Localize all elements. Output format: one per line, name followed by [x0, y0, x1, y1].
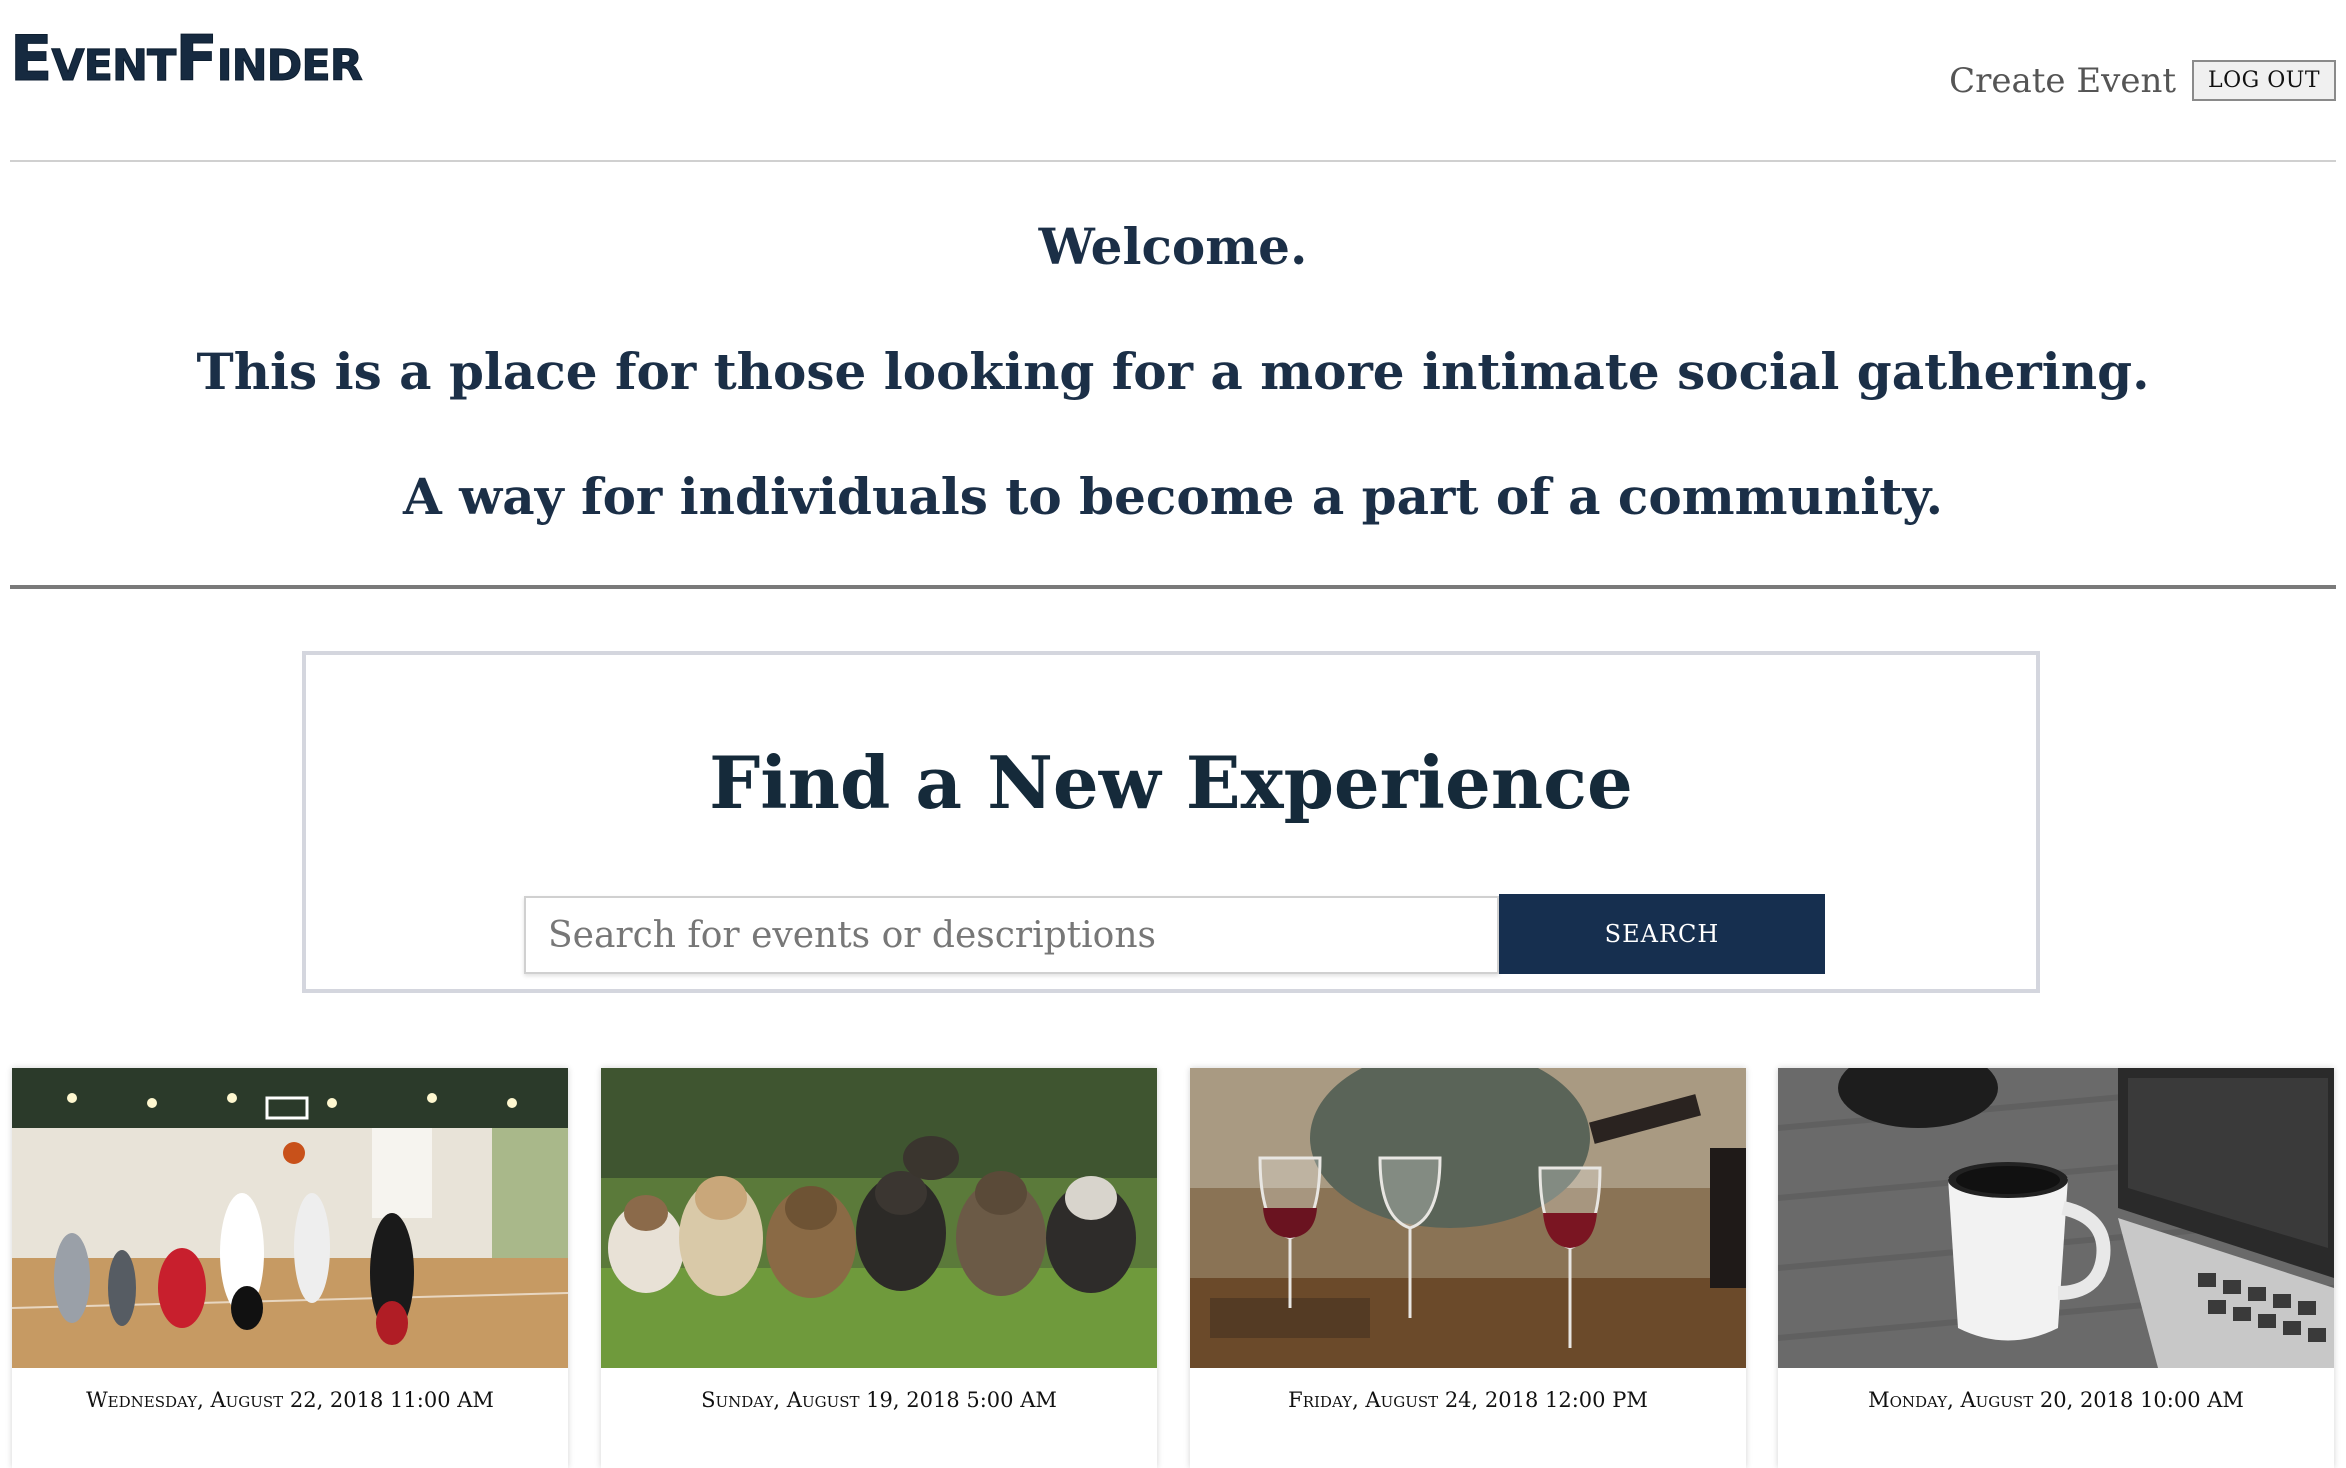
event-card[interactable]: Sunday, August 19, 2018 5:00 AM [601, 1068, 1157, 1468]
event-date: Sunday, August 19, 2018 5:00 AM [701, 1388, 1057, 1412]
wine-glasses-photo[interactable] [1190, 1068, 1746, 1368]
section-divider [10, 585, 2336, 589]
event-card[interactable]: Friday, August 24, 2018 12:00 PM [1190, 1068, 1746, 1468]
search-input[interactable] [524, 896, 1499, 974]
welcome-tagline: This is a place for those looking for a … [196, 342, 2150, 401]
welcome-heading: Welcome. [1038, 217, 1308, 276]
event-card[interactable]: Wednesday, August 22, 2018 11:00 AM [12, 1068, 568, 1468]
puppies-photo[interactable] [601, 1068, 1157, 1368]
site-header: EventFinder Create Event LOG OUT [0, 0, 2346, 162]
search-title: Find a New Experience [709, 740, 1633, 825]
header-divider [10, 160, 2336, 162]
event-date: Wednesday, August 22, 2018 11:00 AM [86, 1388, 494, 1412]
search-panel: Find a New Experience SEARCH [302, 651, 2040, 993]
create-event-link[interactable]: Create Event [1949, 61, 2176, 101]
search-button[interactable]: SEARCH [1499, 894, 1825, 974]
header-nav: Create Event LOG OUT [1949, 60, 2336, 101]
welcome-subtagline: A way for individuals to become a part o… [402, 467, 1944, 526]
event-card-list: Wednesday, August 22, 2018 11:00 AM Sund… [12, 1068, 2336, 1468]
coffee-laptop-photo[interactable] [1778, 1068, 2334, 1368]
event-date: Friday, August 24, 2018 12:00 PM [1288, 1388, 1648, 1412]
event-date: Monday, August 20, 2018 10:00 AM [1868, 1388, 2244, 1412]
logout-button[interactable]: LOG OUT [2192, 60, 2336, 101]
event-card[interactable]: Monday, August 20, 2018 10:00 AM [1778, 1068, 2334, 1468]
site-logo[interactable]: EventFinder [10, 27, 364, 90]
basketball-photo[interactable] [12, 1068, 568, 1368]
